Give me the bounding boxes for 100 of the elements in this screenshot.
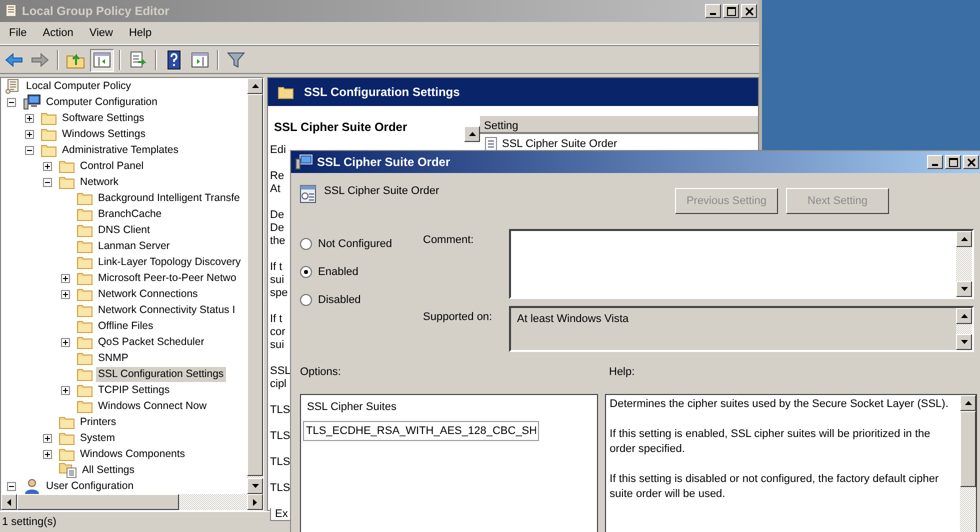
dialog-title: SSL Cipher Suite Order [317, 155, 452, 169]
scroll-icon [5, 78, 21, 94]
tree-item[interactable]: DNS Client [96, 222, 152, 238]
tree-item[interactable]: Lanman Server [96, 238, 172, 254]
tree-item[interactable]: Network Connectivity Status I [96, 302, 238, 318]
up-arrow-icon [468, 132, 476, 136]
menu-item[interactable]: Action [36, 25, 80, 41]
description-text: cipl [270, 378, 287, 391]
folder-icon [77, 351, 93, 365]
tree-pane-icon[interactable] [90, 48, 114, 72]
tree-item[interactable]: SSL Configuration Settings [96, 366, 226, 382]
help-text: Determines the cipher suites used by the Secure Socket Layer (SSL). [610, 397, 950, 412]
folder-icon [77, 303, 93, 317]
description-text: TLS [270, 456, 290, 469]
tree-item[interactable]: Background Intelligent Transfe [96, 190, 242, 206]
tree-item[interactable]: All Settings [80, 462, 137, 478]
tree-item[interactable]: SNMP [96, 350, 130, 366]
menu-item[interactable]: File [2, 25, 34, 41]
policy-setting-icon [300, 185, 316, 203]
radio-button[interactable] [300, 266, 312, 278]
scroll-up-button[interactable] [464, 126, 480, 142]
description-text: If t [270, 313, 282, 326]
vertical-scrollbar[interactable] [247, 78, 263, 494]
vertical-scrollbar[interactable] [956, 231, 972, 297]
description-text: TLS [270, 404, 290, 417]
tree-item[interactable]: System [78, 430, 118, 446]
collapse-icon[interactable] [43, 178, 52, 186]
folder-icon [77, 399, 93, 413]
tree-item[interactable]: TCPIP Settings [96, 382, 172, 398]
vertical-scrollbar[interactable] [956, 308, 972, 350]
expand-icon[interactable] [25, 130, 34, 138]
computer-icon [295, 154, 313, 170]
expand-icon[interactable] [61, 274, 70, 282]
tree-item[interactable]: Offline Files [96, 318, 156, 334]
expand-icon[interactable] [43, 450, 52, 458]
up-arrow-icon [960, 314, 968, 318]
scroll-icon [4, 3, 18, 19]
menu-item[interactable]: View [82, 25, 120, 41]
collapse-icon[interactable] [7, 482, 16, 490]
description-text: cor [270, 326, 286, 339]
minimize-button[interactable] [705, 4, 721, 18]
tree-item[interactable]: User Configuration [44, 478, 136, 494]
folder-icon [77, 271, 93, 285]
tree-item[interactable]: QoS Packet Scheduler [96, 334, 206, 350]
up-arrow-icon [252, 84, 258, 88]
tree-item[interactable]: Administrative Templates [60, 142, 181, 158]
computer-icon [23, 94, 41, 110]
cipher-suites-field[interactable]: TLS_ECDHE_RSA_WITH_AES_128_CBC_SH [303, 421, 539, 441]
close-button[interactable] [963, 155, 979, 169]
maximize-button[interactable] [723, 4, 739, 18]
expand-icon[interactable] [61, 338, 70, 346]
status-text: 1 setting(s) [2, 516, 56, 528]
maximize-icon [948, 158, 958, 166]
up-arrow-icon [960, 237, 968, 241]
expand-icon[interactable] [43, 434, 52, 442]
expand-icon[interactable] [61, 386, 70, 394]
tree-item[interactable]: Network Connections [96, 286, 200, 302]
up-arrow-icon [964, 401, 972, 405]
tree-item[interactable]: Computer Configuration [44, 94, 160, 110]
close-button[interactable] [741, 4, 757, 18]
expand-icon[interactable] [25, 114, 34, 122]
tree-item[interactable]: Windows Components [78, 446, 188, 462]
tree-item[interactable]: Printers [78, 414, 118, 430]
section-label: Help: [609, 366, 635, 380]
horizontal-scrollbar[interactable] [1, 494, 263, 510]
comment-field[interactable] [509, 229, 974, 299]
radio-label[interactable]: Not Configured [318, 238, 392, 250]
setting-name: SSL Cipher Suite Order [324, 185, 440, 197]
folder-icon [77, 255, 93, 269]
radio-label[interactable]: Enabled [318, 266, 358, 278]
tree-item[interactable]: Link-Layer Topology Discovery [96, 254, 243, 270]
radio-button[interactable] [300, 294, 312, 306]
vertical-scrollbar[interactable] [960, 395, 976, 532]
folder-icon [41, 111, 57, 125]
collapse-icon[interactable] [7, 98, 16, 106]
column-header[interactable]: Setting [480, 120, 522, 132]
tree-item[interactable]: Control Panel [78, 158, 146, 174]
tree-item[interactable]: Windows Connect Now [96, 398, 209, 414]
menu-item[interactable]: Help [122, 25, 159, 41]
maximize-icon [726, 6, 736, 16]
folder-icon [59, 159, 75, 173]
tree-item[interactable]: Microsoft Peer-to-Peer Netwo [96, 270, 238, 286]
radio-label[interactable]: Disabled [318, 294, 361, 306]
tree-item[interactable]: BranchCache [96, 206, 164, 222]
radio-button[interactable] [300, 238, 312, 250]
collapse-icon[interactable] [25, 146, 34, 154]
setting-name[interactable]: SSL Cipher Suite Order [502, 138, 618, 150]
tree-item[interactable]: Local Computer Policy [24, 78, 134, 94]
description-text: spe [270, 287, 288, 300]
tree-item[interactable]: Network [78, 174, 121, 190]
description-text: the [270, 235, 286, 248]
tree-item[interactable]: Software Settings [60, 110, 146, 126]
description-text: At [270, 183, 280, 196]
minimize-button[interactable] [927, 155, 943, 169]
expand-icon[interactable] [61, 290, 70, 298]
expand-icon[interactable] [43, 162, 52, 170]
description-text: Edi [270, 144, 286, 157]
maximize-button[interactable] [945, 155, 961, 169]
tree-item[interactable]: Windows Settings [60, 126, 148, 142]
field-label: Comment: [423, 233, 475, 248]
